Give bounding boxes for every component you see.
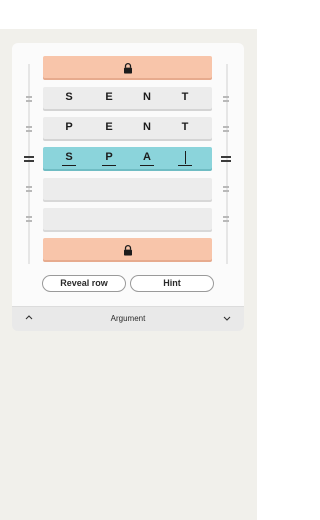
letter-underline xyxy=(140,165,154,166)
left-tick-row-active xyxy=(24,156,34,162)
letter-tile: E xyxy=(105,91,113,103)
right-tick-row-2 xyxy=(223,96,229,102)
right-tick-row-6 xyxy=(223,216,229,222)
left-tick-row-2 xyxy=(26,96,32,102)
letter-underline xyxy=(62,165,76,166)
letter-tile: N xyxy=(143,121,151,133)
locked-row-top[interactable] xyxy=(43,56,212,78)
letter-tile[interactable]: P xyxy=(103,151,115,163)
right-tick-row-3 xyxy=(223,126,229,132)
hint-button[interactable]: Hint xyxy=(130,275,214,292)
letter-tile: T xyxy=(181,91,189,103)
letter-tile: P xyxy=(65,121,73,133)
word-row-sent[interactable]: S E N T xyxy=(43,87,212,109)
letter-underline xyxy=(102,165,116,166)
right-rail xyxy=(226,64,228,264)
text-cursor xyxy=(185,151,186,164)
letter-tile: N xyxy=(143,91,151,103)
lock-icon xyxy=(123,62,132,74)
letter-underline xyxy=(178,165,192,166)
active-input-row[interactable]: S P A xyxy=(43,147,212,169)
letter-tile: T xyxy=(181,121,189,133)
chevron-down-icon[interactable] xyxy=(222,313,232,323)
lock-icon xyxy=(123,244,132,256)
empty-row[interactable] xyxy=(43,178,212,200)
locked-row-bottom[interactable] xyxy=(43,238,212,260)
left-rail xyxy=(28,64,30,264)
left-tick-row-3 xyxy=(26,126,32,132)
letter-tile: E xyxy=(105,121,113,133)
letter-tile[interactable]: S xyxy=(63,151,75,163)
letter-tile[interactable]: A xyxy=(141,151,153,163)
left-tick-row-5 xyxy=(26,186,32,192)
clue-label: Argument xyxy=(110,314,146,323)
right-tick-row-active xyxy=(221,156,231,162)
empty-row[interactable] xyxy=(43,208,212,230)
letter-tile: S xyxy=(65,91,73,103)
reveal-row-button[interactable]: Reveal row xyxy=(42,275,126,292)
clue-footer[interactable]: Argument xyxy=(12,306,244,331)
left-tick-row-6 xyxy=(26,216,32,222)
right-tick-row-5 xyxy=(223,186,229,192)
word-row-pent[interactable]: P E N T xyxy=(43,117,212,139)
